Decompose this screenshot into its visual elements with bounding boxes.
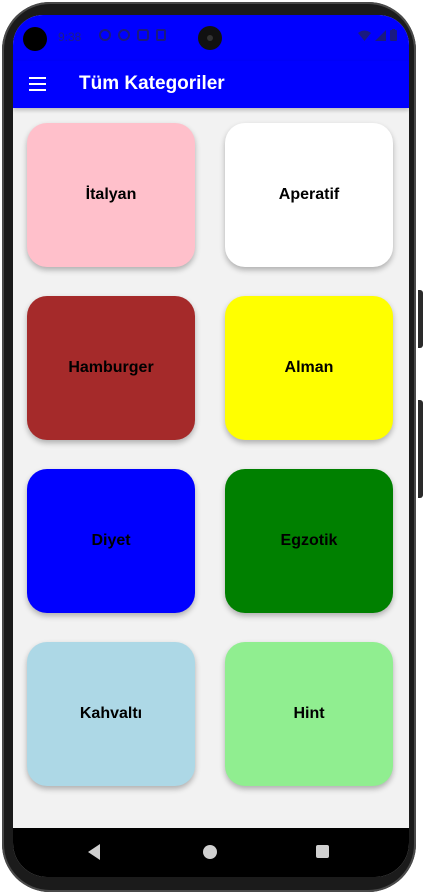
sd-card-icon [156,29,166,41]
category-label: Aperatif [278,186,340,203]
home-icon[interactable] [203,845,217,859]
sync-icon [118,29,130,41]
category-label: Alman [284,359,334,376]
category-label: Egzotik [280,532,338,549]
navigation-bar [13,828,409,877]
category-tile-egzotik[interactable]: Egzotik [225,469,393,613]
settings-icon [99,29,111,41]
battery-icon [390,29,397,41]
back-icon[interactable] [88,844,100,860]
category-label: Hint [293,705,325,722]
category-tile-aperatif[interactable]: Aperatif [225,123,393,267]
front-camera [198,26,222,50]
notification-icons [99,29,166,41]
system-icons [358,29,397,41]
category-tile-hint[interactable]: Hint [225,642,393,786]
category-label: İtalyan [85,186,137,203]
category-tile-diyet[interactable]: Diyet [27,469,195,613]
status-bar: 9:38 [13,15,409,61]
status-time: 9:38 [58,30,82,44]
hamburger-menu-icon[interactable] [27,73,49,95]
category-label: Hamburger [68,359,154,376]
shield-icon [137,29,149,41]
category-tile-alman[interactable]: Alman [225,296,393,440]
category-tile-kahvalti[interactable]: Kahvaltı [27,642,195,786]
screen: 9:38 Tüm Kategoriler İtalyan Aperatif Ha… [13,15,409,877]
signal-icon [375,29,386,41]
phone-frame: 9:38 Tüm Kategoriler İtalyan Aperatif Ha… [0,0,423,895]
category-tile-italyan[interactable]: İtalyan [27,123,195,267]
camera-cutout [23,27,47,51]
app-bar: Tüm Kategoriler [13,61,409,108]
category-tile-hamburger[interactable]: Hamburger [27,296,195,440]
recents-icon[interactable] [316,845,329,858]
category-label: Kahvaltı [79,705,143,722]
page-title: Tüm Kategoriler [79,73,225,94]
category-label: Diyet [91,532,131,549]
wifi-icon [358,30,371,41]
power-button [418,400,423,498]
volume-up-button [418,290,423,348]
